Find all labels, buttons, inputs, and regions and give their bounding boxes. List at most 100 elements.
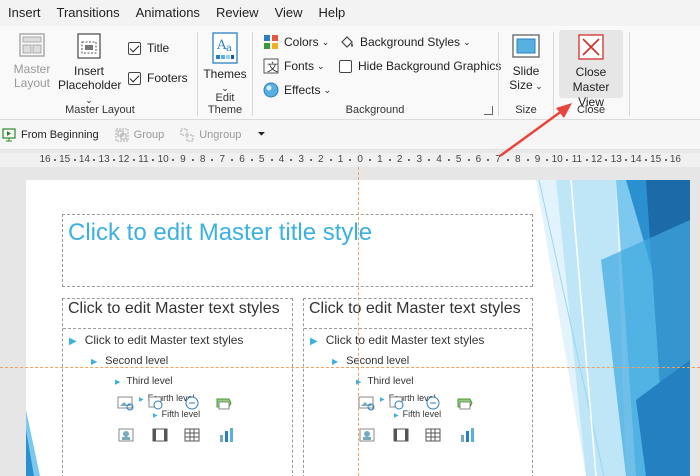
online-picture-icon[interactable] bbox=[147, 395, 165, 411]
group-size: Slide Size ⌄ Size bbox=[499, 26, 553, 120]
menu-transitions[interactable]: Transitions bbox=[49, 0, 128, 26]
ruler-minor-tick bbox=[625, 159, 628, 161]
footers-checkbox[interactable]: Footers bbox=[128, 68, 188, 88]
vertical-guide[interactable] bbox=[358, 167, 359, 476]
3d-model-icon[interactable] bbox=[358, 427, 376, 443]
ungroup-label: Ungroup bbox=[199, 128, 242, 141]
3d-model-icon[interactable] bbox=[117, 427, 135, 443]
fonts-button[interactable]: 文 Fonts ⌄ bbox=[263, 56, 325, 76]
slide-size-button[interactable]: Slide Size ⌄ bbox=[503, 32, 549, 93]
group-label: Group bbox=[133, 128, 165, 141]
ruler-tick: 8 bbox=[199, 154, 206, 165]
ruler-minor-tick bbox=[664, 159, 667, 161]
ruler-minor-tick bbox=[369, 159, 372, 161]
ruler-tick: 4 bbox=[436, 154, 442, 165]
picture-icon[interactable] bbox=[358, 395, 376, 411]
ruler-tick: 8 bbox=[515, 154, 521, 165]
icons-insert-icon[interactable] bbox=[183, 395, 201, 411]
ruler-tick: 9 bbox=[534, 154, 541, 165]
edit-theme-group-label: Edit Theme bbox=[207, 92, 243, 116]
customize-qat-button[interactable]: ⏷ bbox=[257, 129, 265, 140]
menu-view[interactable]: View bbox=[267, 0, 311, 26]
from-beginning-button[interactable]: From Beginning bbox=[2, 127, 99, 142]
ruler-minor-tick bbox=[93, 159, 96, 161]
slideshow-play-icon bbox=[2, 127, 16, 141]
title-placeholder[interactable]: Click to edit Master title style bbox=[62, 214, 533, 287]
chevron-down-icon: ⌄ bbox=[323, 84, 332, 95]
effects-label: Effects bbox=[284, 83, 321, 97]
ruler-minor-tick bbox=[152, 159, 155, 161]
ruler-minor-tick bbox=[546, 159, 549, 161]
left-column-title: Click to edit Master text styles bbox=[68, 300, 280, 317]
font-icon: 文 bbox=[263, 58, 279, 74]
right-column-title: Click to edit Master text styles bbox=[309, 300, 521, 317]
close-group-label: Close bbox=[576, 104, 606, 116]
effects-button[interactable]: Effects ⌄ bbox=[263, 80, 331, 100]
ruler-tick: 6 bbox=[475, 154, 482, 165]
ruler-minor-tick bbox=[270, 159, 273, 161]
smartart-icon[interactable] bbox=[456, 395, 474, 411]
menu-review[interactable]: Review bbox=[208, 0, 267, 26]
chart-icon[interactable] bbox=[217, 427, 235, 443]
insert-placeholder-button[interactable]: Insert Placeholder ⌄ bbox=[58, 32, 121, 107]
left-level-2: ▶ Second level bbox=[91, 355, 169, 367]
picture-icon[interactable] bbox=[117, 395, 135, 411]
ruler-minor-tick bbox=[526, 159, 529, 161]
ruler-tick: 10 bbox=[551, 154, 563, 165]
right-level-3-text: Third level bbox=[367, 376, 414, 387]
ribbon-separator bbox=[629, 32, 630, 116]
ruler-minor-tick bbox=[172, 159, 175, 161]
background-styles-label: Background Styles bbox=[360, 35, 461, 49]
horizontal-guide[interactable] bbox=[0, 367, 700, 368]
right-level-1-text: Click to edit Master text styles bbox=[325, 333, 485, 347]
menu-bar: Insert Transitions Animations Review Vie… bbox=[0, 0, 700, 26]
chart-icon[interactable] bbox=[458, 427, 476, 443]
left-content-placeholder[interactable]: Click to edit Master text styles ▶ Click … bbox=[62, 298, 293, 476]
ruler-tick: 12 bbox=[591, 154, 603, 165]
group-button[interactable]: Group bbox=[115, 128, 165, 142]
left-level-3-text: Third level bbox=[126, 376, 173, 387]
right-level-2: ▶ Second level bbox=[332, 355, 410, 367]
footers-checkbox-label: Footers bbox=[147, 71, 188, 85]
ruler-minor-tick bbox=[644, 159, 647, 161]
title-checkbox[interactable]: Title bbox=[128, 38, 169, 58]
ruler-minor-tick bbox=[329, 159, 332, 161]
ruler-minor-tick bbox=[191, 159, 194, 161]
slide-size-icon bbox=[512, 34, 540, 58]
ruler-tick: 2 bbox=[396, 154, 403, 165]
menu-insert[interactable]: Insert bbox=[0, 0, 49, 26]
menu-animations[interactable]: Animations bbox=[128, 0, 208, 26]
ruler-tick: 0 bbox=[357, 154, 363, 165]
ruler-tick: 3 bbox=[416, 154, 423, 165]
ruler-tick: 5 bbox=[258, 154, 265, 165]
dialog-launcher-icon[interactable] bbox=[484, 106, 493, 115]
ruler-minor-tick bbox=[585, 159, 588, 161]
menu-help[interactable]: Help bbox=[311, 0, 354, 26]
dropdown-arrow-icon: ⏷ bbox=[257, 129, 266, 140]
group-background: Colors ⌄ 文 Fonts ⌄ Effects ⌄ Background bbox=[253, 26, 501, 120]
themes-button[interactable]: A a Themes ⌄ bbox=[202, 32, 248, 95]
colors-button[interactable]: Colors ⌄ bbox=[263, 32, 329, 52]
online-picture-icon[interactable] bbox=[388, 395, 406, 411]
hide-background-graphics-checkbox[interactable]: Hide Background Graphics bbox=[339, 56, 501, 76]
color-palette-icon bbox=[264, 35, 278, 49]
ruler-minor-tick bbox=[349, 159, 352, 161]
from-beginning-label: From Beginning bbox=[21, 128, 99, 141]
table-icon[interactable] bbox=[424, 427, 442, 443]
ungroup-button[interactable]: Ungroup bbox=[180, 128, 241, 142]
ruler-minor-tick bbox=[506, 159, 509, 161]
smartart-icon[interactable] bbox=[215, 395, 233, 411]
left-level-2-text: Second level bbox=[105, 355, 169, 367]
ruler-tick: 16 bbox=[669, 154, 681, 165]
ruler-tick: 14 bbox=[630, 154, 642, 165]
insert-placeholder-icon bbox=[77, 33, 101, 59]
table-icon[interactable] bbox=[183, 427, 201, 443]
icons-insert-icon[interactable] bbox=[424, 395, 442, 411]
video-icon[interactable] bbox=[392, 427, 410, 443]
ruler-minor-tick bbox=[566, 159, 569, 161]
group-master-layout: Master Layout Insert Placeholder ⌄ Title… bbox=[0, 26, 200, 120]
master-layout-button[interactable]: Master Layout bbox=[6, 32, 58, 90]
background-styles-button[interactable]: Background Styles ⌄ bbox=[339, 32, 471, 52]
right-content-placeholder[interactable]: Click to edit Master text styles ▶ Click … bbox=[303, 298, 533, 476]
video-icon[interactable] bbox=[151, 427, 169, 443]
